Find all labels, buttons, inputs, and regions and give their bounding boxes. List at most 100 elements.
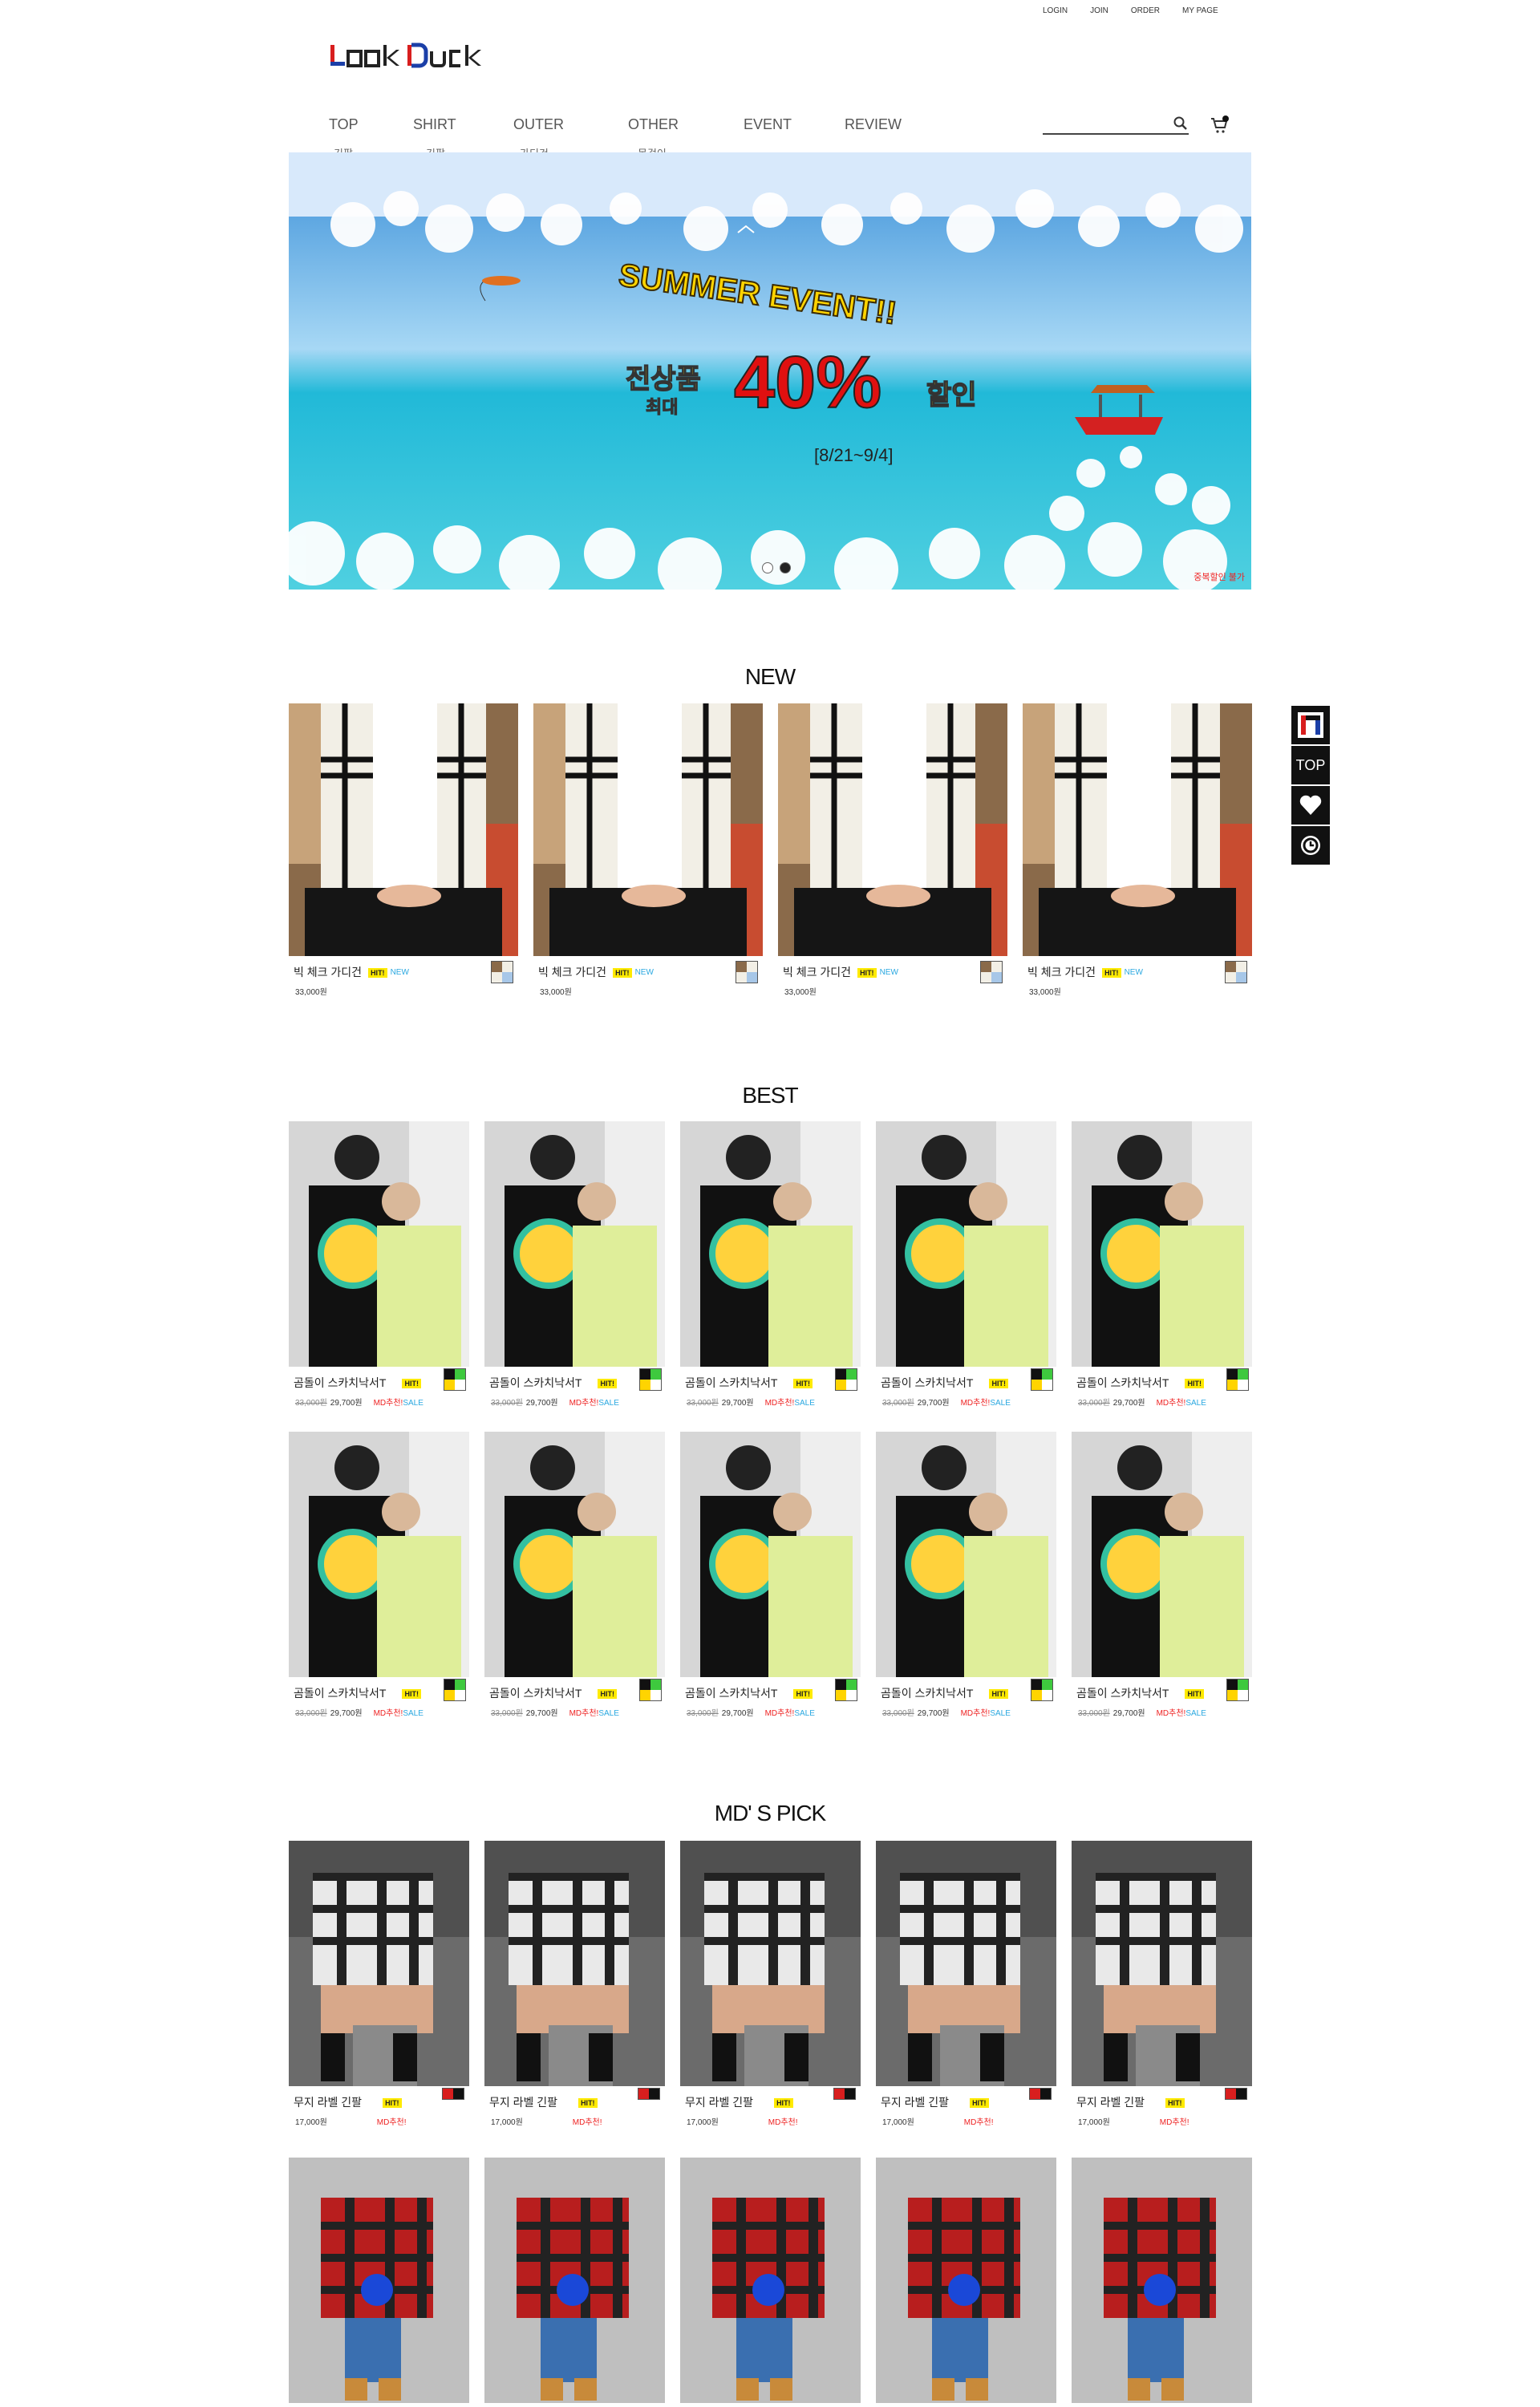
product-name[interactable]: 곰돌이 스카치낙서T (881, 1376, 973, 1389)
product-image[interactable] (680, 1432, 861, 1677)
product-image[interactable] (778, 703, 1007, 956)
product-card[interactable]: 빅 체크 가디건 HIT! NEW 33,000원 (1023, 703, 1252, 997)
product-price-row: 33,000원 29,700원 MD추천!SALE (882, 1706, 1053, 1718)
nav-item-event[interactable]: EVENT (744, 116, 845, 133)
product-card[interactable]: 무지 라벨 긴팔 HIT! 17,000원 MD추천! (680, 1841, 861, 2127)
product-card[interactable]: 무지 라벨 긴팔 HIT! 17,000원 MD추천! (484, 1841, 665, 2127)
product-image[interactable] (1023, 703, 1252, 956)
product-card[interactable]: 곰돌이 스카치낙서T HIT! 33,000원 29,700원 MD추천!SALE (289, 1121, 469, 1408)
product-image[interactable] (484, 1432, 665, 1677)
product-card[interactable]: 곰돌이 스카치낙서T HIT! 33,000원 29,700원 MD추천!SALE (876, 1121, 1056, 1408)
nav-item-other[interactable]: OTHER 목걸이 팔찌 모자 (628, 116, 744, 206)
product-card[interactable]: 곰돌이 스카치낙서T HIT! 33,000원 29,700원 MD추천!SALE (1072, 1121, 1252, 1408)
scroll-top-button[interactable]: TOP (1291, 746, 1330, 784)
login-link[interactable]: LOGIN (1043, 6, 1068, 15)
product-info: 무지 라벨 긴팔 HIT! 17,000원 MD추천! (876, 2086, 1056, 2127)
product-name[interactable]: 빅 체크 가디건 (1027, 966, 1096, 979)
product-image[interactable] (680, 1841, 861, 2086)
banner-dot[interactable] (762, 562, 773, 573)
product-image[interactable] (289, 1841, 469, 2086)
product-card[interactable]: 곰돌이 스카치낙서T HIT! 33,000원 29,700원 MD추천!SALE (484, 1432, 665, 1718)
product-card[interactable]: 빅 체크 가디건 HIT! NEW 33,000원 (289, 703, 518, 997)
product-image[interactable] (1072, 1841, 1252, 2086)
logo[interactable] (329, 40, 489, 72)
product-image[interactable] (289, 2158, 469, 2403)
product-image[interactable] (876, 1841, 1056, 2086)
product-image[interactable] (484, 1121, 665, 1367)
product-name[interactable]: 무지 라벨 긴팔 (881, 2096, 949, 2109)
sale-label: SALE (598, 1709, 619, 1718)
product-name[interactable]: 빅 체크 가디건 (294, 966, 362, 979)
product-name[interactable]: 무지 라벨 긴팔 (685, 2096, 753, 2109)
product-image[interactable] (1072, 1432, 1252, 1677)
mypage-link[interactable]: MY PAGE (1182, 6, 1218, 15)
product-card[interactable]: 무지 라벨 긴팔 HIT! 17,000원 MD추천! (289, 1841, 469, 2127)
product-card[interactable]: 곰돌이 스카치낙서T HIT! 33,000원 29,700원 MD추천!SALE (680, 1432, 861, 1718)
sale-price: 29,700원 (721, 1399, 754, 1408)
search-icon[interactable] (1173, 115, 1189, 132)
product-name[interactable]: 무지 라벨 긴팔 (489, 2096, 557, 2109)
product-card[interactable]: 곰돌이 스카치낙서T HIT! 33,000원 29,700원 MD추천!SALE (1072, 1432, 1252, 1718)
product-image[interactable] (484, 2158, 665, 2403)
product-card[interactable]: 무지 라벨 긴팔 HIT! 17,000원 MD추천! (1072, 1841, 1252, 2127)
product-card[interactable] (680, 2158, 861, 2403)
cart-icon[interactable] (1210, 115, 1229, 135)
product-card[interactable]: 곰돌이 스카치낙서T HIT! 33,000원 29,700원 MD추천!SALE (484, 1121, 665, 1408)
product-name[interactable]: 곰돌이 스카치낙서T (489, 1376, 582, 1389)
product-card[interactable]: 곰돌이 스카치낙서T HIT! 33,000원 29,700원 MD추천!SALE (876, 1432, 1056, 1718)
nav-item-outer[interactable]: OUTER 가디건 자켓 코트 (513, 116, 628, 206)
search-input[interactable] (1043, 114, 1163, 132)
product-card[interactable]: 곰돌이 스카치낙서T HIT! 33,000원 29,700원 MD추천!SALE (680, 1121, 861, 1408)
product-name[interactable]: 곰돌이 스카치낙서T (881, 1687, 973, 1700)
product-image[interactable] (533, 703, 763, 956)
recent-view-clock-icon[interactable] (1291, 826, 1330, 865)
main-banner[interactable]: SUMMER EVENT!! 전상품 최대 40% 할인 [8/21~9/4] … (289, 152, 1251, 590)
product-image[interactable] (680, 2158, 861, 2403)
product-name[interactable]: 곰돌이 스카치낙서T (294, 1687, 386, 1700)
product-image[interactable] (484, 1841, 665, 2086)
product-card[interactable]: 빅 체크 가디건 HIT! NEW 33,000원 (533, 703, 763, 997)
product-card[interactable]: 곰돌이 스카치낙서T HIT! 33,000원 29,700원 MD추천!SALE (289, 1432, 469, 1718)
product-card[interactable] (289, 2158, 469, 2403)
logo-mark-icon[interactable] (1291, 706, 1330, 744)
order-link[interactable]: ORDER (1131, 6, 1160, 15)
product-image[interactable] (289, 703, 518, 956)
product-name[interactable]: 곰돌이 스카치낙서T (1076, 1687, 1169, 1700)
product-name[interactable]: 빅 체크 가디건 (783, 966, 851, 979)
color-swatch (736, 961, 758, 983)
product-name[interactable]: 무지 라벨 긴팔 (294, 2096, 362, 2109)
product-card[interactable] (1072, 2158, 1252, 2403)
main-nav: TOP 긴팔 니트 반팔 SHIRT 긴팔 반팔 OUTER 가디건 자켓 코트… (329, 116, 925, 206)
product-name[interactable]: 곰돌이 스카치낙서T (685, 1687, 777, 1700)
original-price: 33,000원 (295, 1709, 327, 1718)
nav-item-top[interactable]: TOP 긴팔 니트 반팔 (329, 116, 413, 206)
banner-dot-active[interactable] (780, 562, 791, 573)
product-name[interactable]: 곰돌이 스카치낙서T (294, 1376, 386, 1389)
product-card[interactable] (484, 2158, 665, 2403)
product-card[interactable]: 무지 라벨 긴팔 HIT! 17,000원 MD추천! (876, 1841, 1056, 2127)
product-image[interactable] (1072, 1121, 1252, 1367)
product-card[interactable]: 빅 체크 가디건 HIT! NEW 33,000원 (778, 703, 1007, 997)
product-name[interactable]: 곰돌이 스카치낙서T (685, 1376, 777, 1389)
sale-label: SALE (403, 1399, 424, 1408)
product-image[interactable] (1072, 2158, 1252, 2403)
product-image[interactable] (289, 1121, 469, 1367)
heart-icon[interactable] (1291, 786, 1330, 825)
product-card[interactable] (876, 2158, 1056, 2403)
sale-price: 29,700원 (1112, 1709, 1145, 1718)
product-name[interactable]: 빅 체크 가디건 (538, 966, 606, 979)
nav-item-shirt[interactable]: SHIRT 긴팔 반팔 (413, 116, 513, 183)
product-image[interactable] (876, 1432, 1056, 1677)
join-link[interactable]: JOIN (1090, 6, 1108, 15)
product-image[interactable] (876, 2158, 1056, 2403)
product-image[interactable] (680, 1121, 861, 1367)
product-name[interactable]: 곰돌이 스카치낙서T (489, 1687, 582, 1700)
product-price-row: 17,000원 MD추천! (1078, 2115, 1249, 2127)
nav-item-review[interactable]: REVIEW (845, 116, 925, 133)
product-name[interactable]: 무지 라벨 긴팔 (1076, 2096, 1145, 2109)
product-image[interactable] (876, 1121, 1056, 1367)
product-image[interactable] (289, 1432, 469, 1677)
product-name[interactable]: 곰돌이 스카치낙서T (1076, 1376, 1169, 1389)
product-price-row: 33,000원 29,700원 MD추천!SALE (687, 1706, 857, 1718)
hit-badge: HIT! (970, 2097, 989, 2108)
